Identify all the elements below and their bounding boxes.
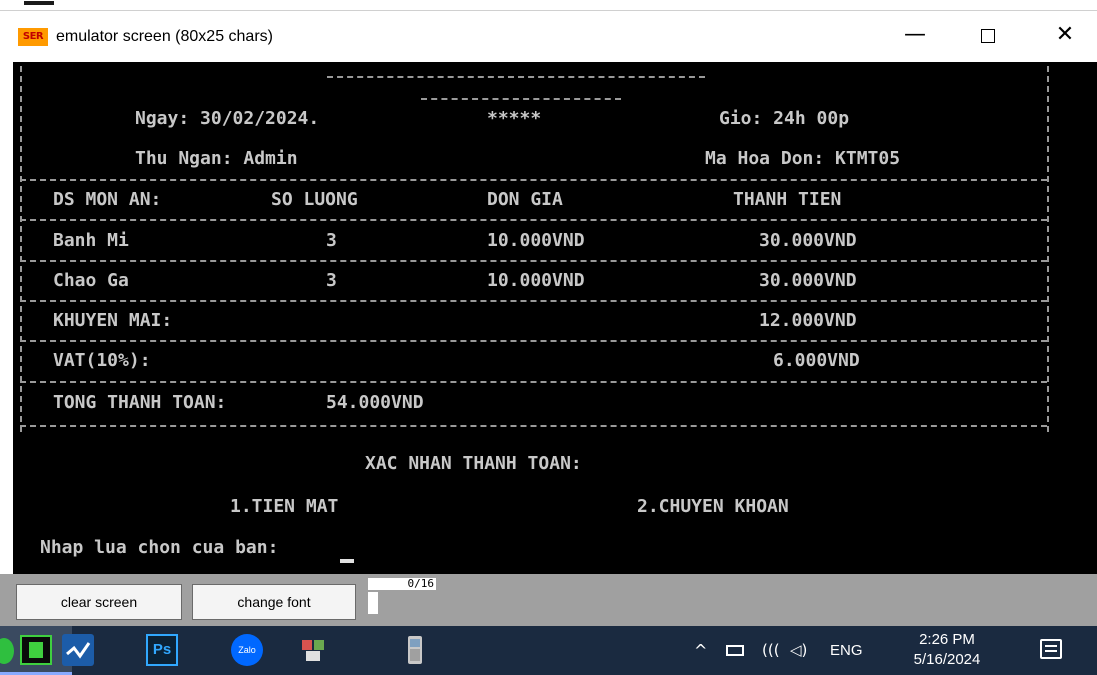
item-price: 10.000VND xyxy=(487,270,585,291)
item-name: Banh Mi xyxy=(53,230,129,251)
console-screen[interactable]: Ngay: 30/02/2024. ***** Gio: 24h 00p Thu… xyxy=(13,62,1097,574)
input-prompt: Nhap lua chon cua ban: xyxy=(40,537,279,558)
table-header-row: DS MON AN: SO LUONG DON GIA THANH TIEN xyxy=(13,186,1073,214)
receipt-invoice: Ma Hoa Don: KTMT05 xyxy=(705,148,901,169)
item-qty: 3 xyxy=(326,270,337,291)
table-rule xyxy=(20,260,1047,262)
payment-option-cash: 1.TIEN MAT xyxy=(230,496,339,517)
app-icon: SER xyxy=(18,28,48,46)
background-window-edge xyxy=(0,0,1097,12)
text-cursor xyxy=(340,559,354,563)
zalo-icon[interactable]: Zalo xyxy=(231,634,263,666)
payment-confirm: XAC NHAN THANH TOAN: xyxy=(365,453,582,474)
header-rule-second xyxy=(421,98,621,100)
maximize-icon xyxy=(981,28,995,43)
discount-label: KHUYEN MAI: xyxy=(53,310,173,331)
maximize-button[interactable] xyxy=(958,12,1018,62)
payment-options-row: 1.TIEN MAT 2.CHUYEN KHOAN xyxy=(13,493,1073,521)
table-rule xyxy=(20,300,1047,302)
clear-screen-button[interactable]: clear screen xyxy=(16,584,182,620)
grand-total-label: TONG THANH TOAN: xyxy=(53,392,227,413)
title-bar[interactable]: SER emulator screen (80x25 chars) — ✕ xyxy=(0,12,1097,62)
phone-icon-graphic xyxy=(408,636,422,664)
table-rule xyxy=(20,179,1047,181)
item-price: 10.000VND xyxy=(487,230,585,251)
window-title: emulator screen (80x25 chars) xyxy=(56,28,273,45)
volume-icon[interactable]: ◁) xyxy=(790,626,807,675)
change-font-button[interactable]: change font xyxy=(192,584,356,620)
close-button[interactable]: ✕ xyxy=(1035,12,1095,62)
discount-row: KHUYEN MAI: 12.000VND xyxy=(13,307,1073,335)
tray-expand-icon[interactable]: ^ xyxy=(694,626,707,675)
input-prompt-row[interactable]: Nhap lua chon cua ban: xyxy=(13,534,1073,562)
chart-icon-graphic xyxy=(66,642,91,659)
language-indicator[interactable]: ENG xyxy=(830,626,863,675)
table-row: Banh Mi 3 10.000VND 30.000VND xyxy=(13,227,1073,255)
table-rule xyxy=(20,425,1047,427)
table-row: Chao Ga 3 10.000VND 30.000VND xyxy=(13,267,1073,295)
receipt-date: Ngay: 30/02/2024. xyxy=(135,108,320,129)
clock-time: 2:26 PM xyxy=(919,631,975,648)
header-rule-top xyxy=(327,76,705,78)
payment-option-transfer: 2.CHUYEN KHOAN xyxy=(637,496,789,517)
minimize-button[interactable]: — xyxy=(885,12,945,62)
table-rule xyxy=(20,340,1047,342)
vat-label: VAT(10%): xyxy=(53,350,151,371)
notification-icon[interactable] xyxy=(1040,639,1062,659)
input-field[interactable] xyxy=(368,592,378,614)
table-rule xyxy=(20,381,1047,383)
receipt-header-row: Ngay: 30/02/2024. ***** Gio: 24h 00p xyxy=(13,105,1073,133)
table-rule xyxy=(20,219,1047,221)
char-counter: 0/16 xyxy=(368,578,436,590)
col-header-item: DS MON AN: xyxy=(53,189,162,210)
item-total: 30.000VND xyxy=(759,230,857,251)
clock[interactable]: 2:26 PM 5/16/2024 xyxy=(906,630,988,670)
photoshop-icon[interactable]: Ps xyxy=(146,634,178,666)
phone-app-icon[interactable] xyxy=(400,634,432,666)
receipt-time: Gio: 24h 00p xyxy=(719,108,850,129)
receipt-cashier-row: Thu Ngan: Admin Ma Hoa Don: KTMT05 xyxy=(13,145,1073,173)
wifi-icon[interactable]: ((( xyxy=(762,626,780,675)
people-app-icon[interactable] xyxy=(298,634,330,666)
payment-confirm-row: XAC NHAN THANH TOAN: xyxy=(13,450,1073,478)
network-icon[interactable] xyxy=(724,626,746,675)
people-icon-graphic xyxy=(302,640,324,661)
vat-value: 6.000VND xyxy=(773,350,860,371)
button-strip: clear screen change font 0/16 xyxy=(0,574,1097,626)
receipt-stars: ***** xyxy=(487,108,542,129)
col-header-qty: SO LUONG xyxy=(271,189,358,210)
discount-value: 12.000VND xyxy=(759,310,857,331)
col-header-total: THANH TIEN xyxy=(733,189,842,210)
grand-total-row: TONG THANH TOAN: 54.000VND xyxy=(13,389,1073,417)
clock-date: 5/16/2024 xyxy=(913,651,981,668)
vat-row: VAT(10%): 6.000VND xyxy=(13,347,1073,375)
emulator-icon xyxy=(20,635,52,665)
chart-app-icon[interactable] xyxy=(62,634,94,666)
background-window-fragment xyxy=(24,1,54,5)
item-total: 30.000VND xyxy=(759,270,857,291)
grand-total-value: 54.000VND xyxy=(326,392,424,413)
col-header-price: DON GIA xyxy=(487,189,563,210)
item-qty: 3 xyxy=(326,230,337,251)
item-name: Chao Ga xyxy=(53,270,129,291)
receipt-cashier: Thu Ngan: Admin xyxy=(135,148,298,169)
taskbar: Ps Zalo ^ ((( ◁) ENG 2:26 PM 5/16/2024 xyxy=(0,626,1097,675)
background-window-border xyxy=(0,10,1097,11)
